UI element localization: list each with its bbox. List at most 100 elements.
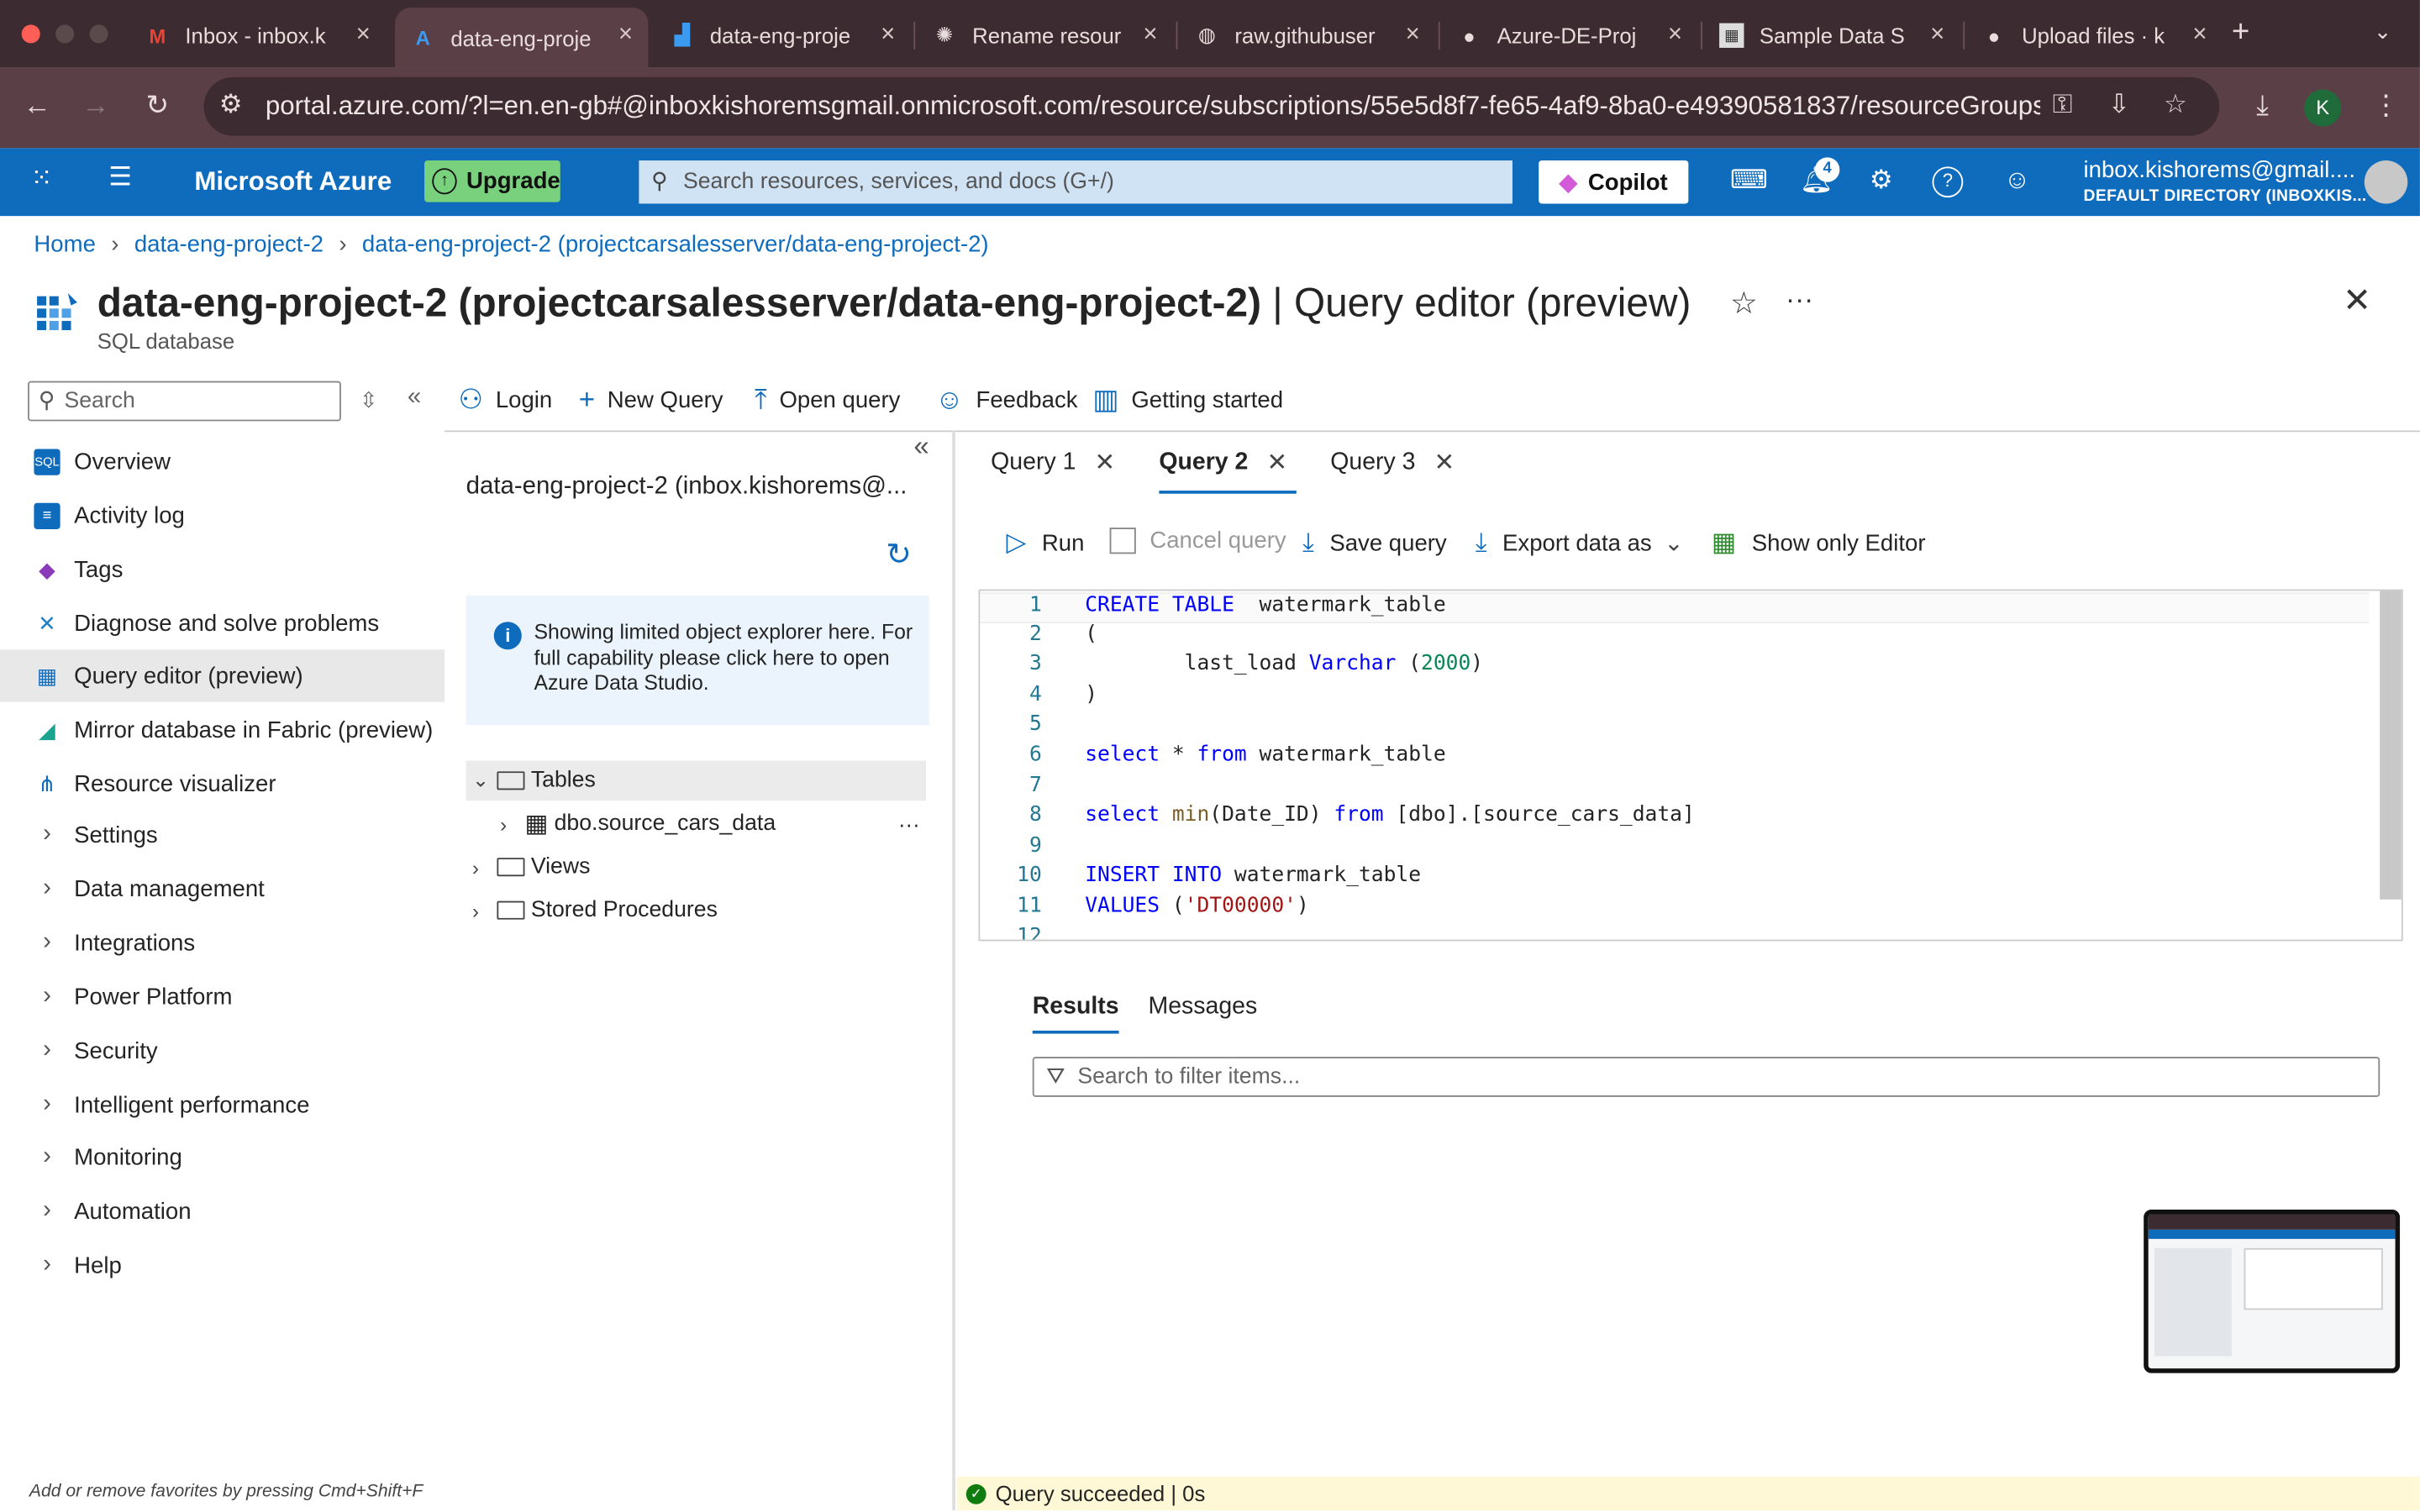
app-launcher-icon[interactable]: ⁙ bbox=[24, 164, 58, 195]
nav-group-data-management[interactable]: › Data management bbox=[0, 863, 445, 915]
copilot-button[interactable]: ◆ Copilot bbox=[1539, 160, 1689, 204]
account-info[interactable]: inbox.kishorems@gmail.... DEFAULT DIRECT… bbox=[2084, 157, 2367, 205]
nav-diagnose[interactable]: ✕ Diagnose and solve problems bbox=[0, 597, 445, 649]
global-search-input[interactable]: ⚲ Search resources, services, and docs (… bbox=[639, 160, 1512, 204]
nav-query-editor[interactable]: ▦ Query editor (preview) bbox=[0, 649, 445, 702]
collapse-explorer-icon[interactable]: « bbox=[913, 430, 929, 463]
close-tab-icon[interactable]: × bbox=[1668, 22, 1682, 50]
export-data-button[interactable]: ⤓ Export data as ⌄ bbox=[1476, 528, 1684, 559]
save-query-button[interactable]: ⤓ Save query bbox=[1302, 528, 1447, 559]
close-icon[interactable]: ✕ bbox=[1434, 448, 1455, 479]
collapse-menu-icon[interactable]: « bbox=[408, 384, 421, 412]
browser-tab-github-repo[interactable]: ● Azure-DE-Proj × bbox=[1444, 8, 1697, 63]
breadcrumb-database-full[interactable]: data-eng-project-2 (projectcarsalesserve… bbox=[362, 232, 989, 258]
azure-brand[interactable]: Microsoft Azure bbox=[194, 166, 392, 197]
portal-menu-icon[interactable]: ☰ bbox=[103, 162, 137, 193]
screenshot-thumbnail[interactable] bbox=[2144, 1209, 2401, 1373]
forward-icon[interactable]: → bbox=[77, 90, 114, 123]
editor-scrollbar[interactable] bbox=[2380, 591, 2402, 900]
browser-tab-active[interactable]: A data-eng-proje × bbox=[395, 8, 649, 68]
tree-stored-procedures[interactable]: › Stored Procedures bbox=[466, 890, 718, 931]
open-query-button[interactable]: ⤒ Open query bbox=[755, 384, 900, 417]
browser-tab-upload-files[interactable]: ● Upload files · k × bbox=[1970, 8, 2223, 63]
site-info-icon[interactable]: ⚙ bbox=[219, 90, 243, 121]
reload-icon[interactable]: ↻ bbox=[139, 90, 176, 123]
profile-avatar[interactable]: K bbox=[2304, 89, 2342, 127]
nav-tags[interactable]: ◆ Tags bbox=[0, 543, 445, 596]
cancel-query-button[interactable]: Cancel query bbox=[1109, 528, 1286, 554]
close-tab-icon[interactable]: × bbox=[618, 22, 633, 50]
getting-started-button[interactable]: ▥ Getting started bbox=[1092, 384, 1283, 417]
tree-tables[interactable]: ⌄ Tables bbox=[466, 760, 927, 801]
help-icon[interactable]: ? bbox=[1932, 166, 1964, 198]
close-tab-icon[interactable]: × bbox=[1406, 22, 1420, 50]
breadcrumb-database[interactable]: data-eng-project-2 bbox=[134, 232, 324, 258]
show-only-editor-button[interactable]: ▦ Show only Editor bbox=[1712, 528, 1926, 559]
feedback-button[interactable]: ☺ Feedback bbox=[935, 384, 1077, 417]
browser-tab-inbox[interactable]: M Inbox - inbox.k × bbox=[133, 8, 386, 63]
tab-query-1[interactable]: Query 1 ✕ bbox=[991, 448, 1115, 479]
close-tab-icon[interactable]: × bbox=[2192, 22, 2207, 50]
upgrade-button[interactable]: ↑ Upgrade bbox=[424, 160, 560, 202]
browser-menu-icon[interactable]: ⋮ bbox=[2367, 90, 2404, 123]
close-icon[interactable]: ✕ bbox=[1094, 448, 1115, 479]
nav-activity-log[interactable]: ≡ Activity log bbox=[0, 489, 445, 541]
close-tab-icon[interactable]: × bbox=[881, 22, 895, 50]
nav-group-intelligent-performance[interactable]: › Intelligent performance bbox=[0, 1079, 445, 1131]
pane-splitter[interactable] bbox=[952, 430, 955, 1511]
close-tab-icon[interactable]: × bbox=[356, 22, 371, 50]
browser-tab-sample-data[interactable]: ▦ Sample Data S × bbox=[1707, 8, 1960, 63]
nav-mirror-fabric[interactable]: ◢ Mirror database in Fabric (preview) bbox=[0, 704, 445, 756]
nav-group-power-platform[interactable]: › Power Platform bbox=[0, 970, 445, 1022]
info-banner[interactable]: i Showing limited object explorer here. … bbox=[466, 595, 929, 726]
results-filter-input[interactable]: ⛛ Search to filter items... bbox=[1032, 1057, 2381, 1097]
sql-editor[interactable]: 1 CREATE TABLE watermark_table 2( 3 last_… bbox=[978, 589, 2403, 942]
nav-overview[interactable]: SQL Overview bbox=[0, 435, 445, 487]
close-window-button[interactable] bbox=[21, 24, 40, 44]
nav-group-integrations[interactable]: › Integrations bbox=[0, 916, 445, 969]
back-icon[interactable]: ← bbox=[18, 90, 55, 123]
browser-tab-chatgpt[interactable]: ✺ Rename resour × bbox=[920, 8, 1173, 63]
maximize-window-button[interactable] bbox=[89, 24, 108, 44]
expand-collapse-icon[interactable]: ⇳ bbox=[360, 387, 378, 413]
tab-results[interactable]: Results bbox=[1032, 994, 1119, 1034]
downloads-icon[interactable]: ⤓ bbox=[2244, 90, 2281, 123]
tree-table-item[interactable]: › ▦ dbo.source_cars_data ··· bbox=[466, 804, 926, 844]
browser-tab-data-factory[interactable]: ▟ data-eng-proje × bbox=[657, 8, 910, 63]
close-icon[interactable]: ✕ bbox=[1266, 448, 1287, 479]
bookmark-star-icon[interactable]: ☆ bbox=[2164, 90, 2187, 121]
breadcrumb-home[interactable]: Home bbox=[34, 232, 95, 258]
tree-views[interactable]: › Views bbox=[466, 847, 590, 887]
browser-tab-raw-github[interactable]: ◍ raw.githubuser × bbox=[1182, 8, 1435, 63]
close-blade-button[interactable]: ✕ bbox=[2343, 281, 2371, 321]
nav-group-help[interactable]: › Help bbox=[0, 1239, 445, 1291]
install-app-icon[interactable]: ⇩ bbox=[2108, 90, 2130, 121]
password-key-icon[interactable]: ⚿ bbox=[2053, 90, 2073, 121]
menu-search-input[interactable]: ⚲ Search bbox=[28, 381, 341, 422]
tab-query-3[interactable]: Query 3 ✕ bbox=[1330, 448, 1455, 479]
tab-messages[interactable]: Messages bbox=[1149, 994, 1258, 1021]
nav-resource-visualizer[interactable]: ⋔ Resource visualizer bbox=[0, 758, 445, 810]
nav-group-settings[interactable]: › Settings bbox=[0, 808, 445, 860]
nav-group-monitoring[interactable]: › Monitoring bbox=[0, 1131, 445, 1183]
new-tab-button[interactable]: + bbox=[2232, 15, 2249, 50]
nav-group-automation[interactable]: › Automation bbox=[0, 1185, 445, 1237]
login-button[interactable]: ⚇ Login bbox=[458, 384, 552, 417]
close-tab-icon[interactable]: × bbox=[1143, 22, 1157, 50]
nav-group-security[interactable]: › Security bbox=[0, 1025, 445, 1077]
favorite-star-icon[interactable]: ☆ bbox=[1730, 284, 1758, 323]
run-button[interactable]: ▷ Run bbox=[1007, 528, 1085, 559]
more-options-icon[interactable]: ··· bbox=[898, 811, 920, 836]
close-tab-icon[interactable]: × bbox=[1930, 22, 1944, 50]
refresh-icon[interactable]: ↻ bbox=[886, 535, 912, 574]
feedback-icon[interactable]: ☺ bbox=[2000, 165, 2033, 197]
settings-gear-icon[interactable]: ⚙ bbox=[1865, 165, 1898, 197]
tab-search-button[interactable]: ⌄ bbox=[2374, 18, 2392, 45]
address-bar[interactable]: ⚙ portal.azure.com/?l=en.en-gb#@inboxkis… bbox=[203, 76, 2220, 136]
new-query-button[interactable]: + New Query bbox=[579, 384, 723, 417]
minimize-window-button[interactable] bbox=[55, 24, 75, 44]
tab-query-2[interactable]: Query 2 ✕ bbox=[1159, 448, 1297, 494]
more-options-icon[interactable]: ··· bbox=[1786, 284, 1813, 317]
cloud-shell-icon[interactable]: ⌨ bbox=[1730, 165, 1768, 197]
account-avatar[interactable] bbox=[2364, 160, 2408, 204]
